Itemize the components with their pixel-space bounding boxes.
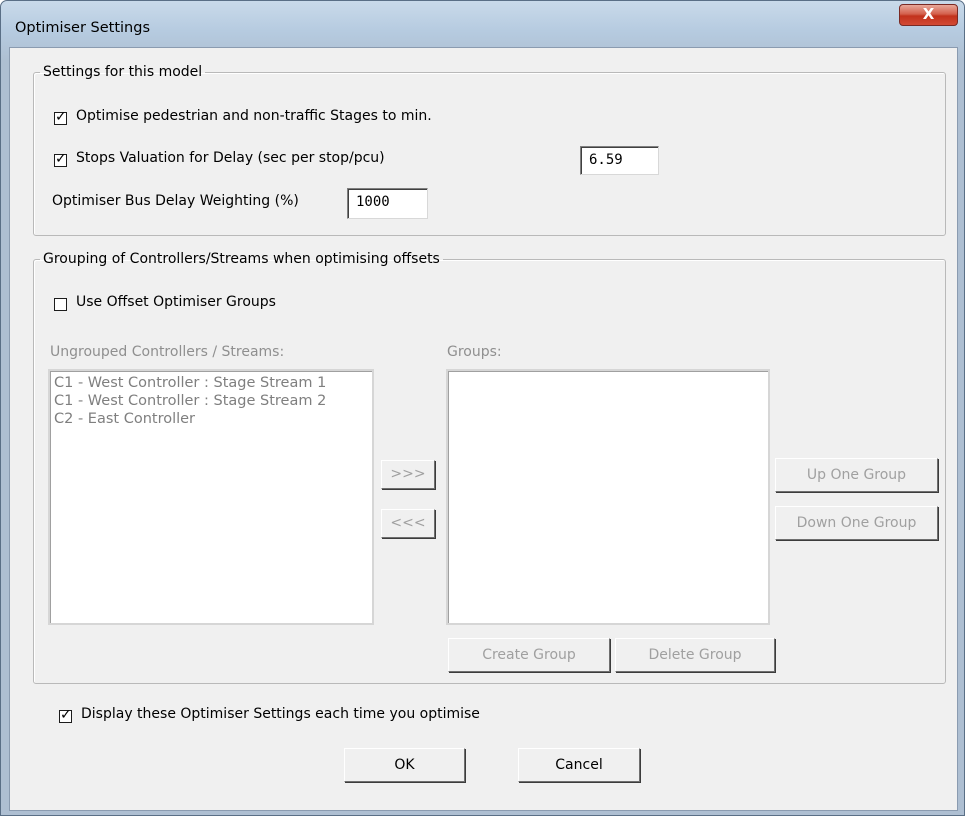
checkmark-icon: ✓ [60,707,72,723]
bus-delay-label: Optimiser Bus Delay Weighting (%) [52,193,299,209]
ungrouped-listbox[interactable]: C1 - West Controller : Stage Stream 1 C1… [48,369,374,625]
stops-valuation-checkbox[interactable]: ✓ [54,151,67,167]
settings-group-legend: Settings for this model [43,64,203,80]
title-bar: Optimiser Settings X [1,1,964,39]
stops-valuation-input[interactable]: 6.59 [580,146,659,175]
optimiser-settings-window: Optimiser Settings X Settings for this m… [0,0,965,816]
use-groups-checkbox[interactable] [54,298,67,311]
stops-valuation-label[interactable]: Stops Valuation for Delay (sec per stop/… [76,150,385,166]
display-each-time-checkbox[interactable]: ✓ [59,707,72,723]
move-left-button[interactable]: <<< [381,509,435,538]
checkmark-icon: ✓ [55,151,67,167]
close-icon: X [922,5,935,23]
dialog-client-area: Settings for this model ✓ Optimise pedes… [9,47,958,811]
use-groups-label[interactable]: Use Offset Optimiser Groups [76,294,276,310]
window-title: Optimiser Settings [15,20,151,36]
list-item[interactable]: C1 - West Controller : Stage Stream 1 [54,374,372,392]
cancel-button[interactable]: Cancel [518,748,640,782]
list-item[interactable]: C2 - East Controller [54,410,372,428]
create-group-button[interactable]: Create Group [448,638,610,672]
optimise-pedestrian-label[interactable]: Optimise pedestrian and non-traffic Stag… [76,108,432,124]
ungrouped-label: Ungrouped Controllers / Streams: [50,344,285,360]
groups-listbox[interactable] [446,369,770,625]
up-one-group-button[interactable]: Up One Group [775,458,938,492]
ok-button[interactable]: OK [344,748,465,782]
delete-group-button[interactable]: Delete Group [615,638,775,672]
bus-delay-input[interactable]: 1000 [347,188,428,219]
move-right-button[interactable]: >>> [381,460,435,489]
down-one-group-button[interactable]: Down One Group [775,506,938,540]
checkmark-icon: ✓ [55,109,67,125]
grouping-group-legend: Grouping of Controllers/Streams when opt… [43,251,440,267]
list-item[interactable]: C1 - West Controller : Stage Stream 2 [54,392,372,410]
optimise-pedestrian-checkbox[interactable]: ✓ [54,109,67,125]
groups-label: Groups: [447,344,502,360]
close-button[interactable]: X [899,4,958,26]
display-each-time-label[interactable]: Display these Optimiser Settings each ti… [81,706,480,722]
